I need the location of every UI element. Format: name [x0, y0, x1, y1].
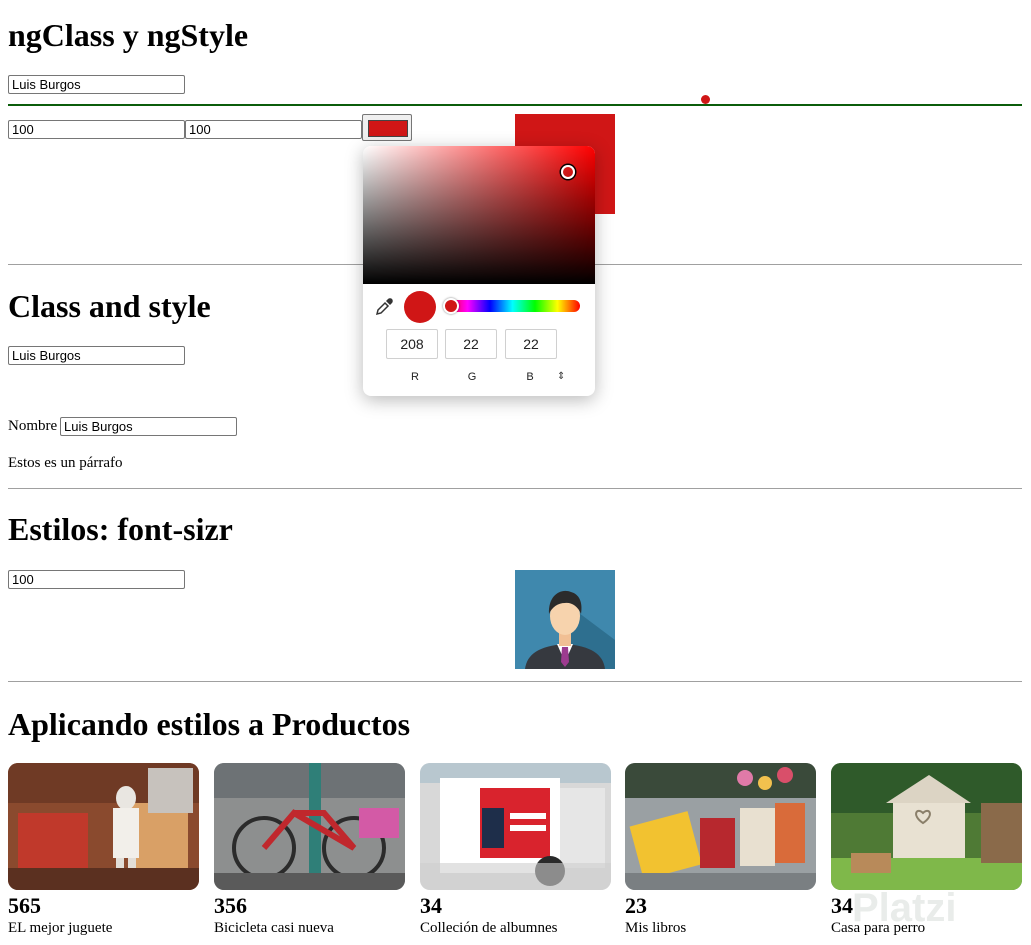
r-value-input[interactable]: 208	[386, 329, 438, 359]
g-value-input[interactable]: 22	[445, 329, 497, 359]
section-title-ngclass: ngClass y ngStyle	[8, 17, 249, 53]
red-dot	[701, 95, 710, 104]
product-title: Mis libros	[625, 920, 687, 936]
r-label: R	[411, 371, 419, 383]
saturation-area[interactable]	[363, 146, 595, 284]
product-card[interactable]: 356 Bicicleta casi nueva	[214, 763, 405, 936]
section-title-font-size: Estilos: font-sizr	[8, 511, 233, 547]
g-label: G	[467, 371, 477, 383]
avatar-image	[515, 570, 615, 669]
platzi-watermark: Platzi	[852, 886, 957, 930]
product-price: 565	[8, 893, 41, 918]
color-picker-popup: 208 22 22 R G B ⇕	[363, 146, 595, 396]
divider	[8, 681, 1022, 682]
font-size-input[interactable]: 100	[8, 570, 185, 589]
product-price: 23	[625, 893, 647, 918]
class-name-input[interactable]: Luis Burgos	[8, 346, 185, 365]
product-title: Bicicleta casi nueva	[214, 920, 334, 936]
b-value-input[interactable]: 22	[505, 329, 557, 359]
product-image-albums	[420, 763, 611, 890]
product-image-books	[625, 763, 816, 890]
product-card[interactable]: 23 Mis libros	[625, 763, 816, 936]
product-card[interactable]: 565 EL mejor juguete	[8, 763, 199, 936]
section-title-products: Aplicando estilos a Productos	[8, 706, 411, 742]
hue-slider-thumb[interactable]	[443, 298, 459, 314]
product-image-bicycle	[214, 763, 405, 890]
name-input[interactable]: Luis Burgos	[8, 75, 185, 94]
product-image-doghouse	[831, 763, 1022, 890]
product-card[interactable]: 34 Colleción de albumnes	[420, 763, 611, 936]
nombre-label: Nombre	[8, 418, 58, 434]
hue-slider[interactable]	[445, 300, 580, 312]
section-title-class-style: Class and style	[8, 288, 211, 324]
color-swatch	[368, 120, 408, 137]
b-label: B	[526, 371, 534, 383]
product-price: 34	[420, 893, 442, 918]
color-preview	[404, 291, 436, 323]
nombre-input[interactable]: Luis Burgos	[60, 417, 237, 436]
product-price: 356	[214, 893, 247, 918]
product-image-toys	[8, 763, 199, 890]
width-input[interactable]: 100	[8, 120, 185, 139]
product-title: Colleción de albumnes	[420, 920, 558, 936]
green-divider	[8, 104, 1022, 106]
color-input-button[interactable]	[362, 114, 412, 141]
saturation-thumb[interactable]	[561, 165, 575, 179]
eyedropper-icon[interactable]	[374, 297, 394, 317]
paragraph-text: Estos es un párrafo	[8, 455, 123, 471]
product-title: EL mejor juguete	[8, 920, 113, 936]
divider	[8, 488, 1022, 489]
format-toggle-icon[interactable]: ⇕	[557, 371, 565, 382]
height-input[interactable]: 100	[185, 120, 362, 139]
